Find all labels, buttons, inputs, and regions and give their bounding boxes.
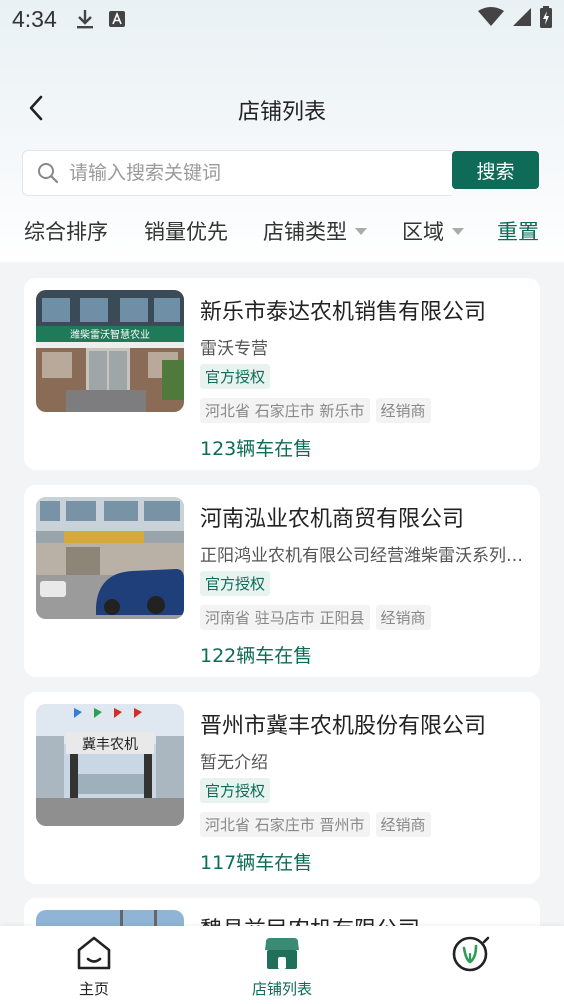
caret-down-icon (355, 227, 367, 235)
shop-image: 潍柴雷沃智慧农业 (36, 290, 184, 412)
search-input[interactable] (69, 162, 429, 184)
authorized-badge: 官方授权 (200, 571, 271, 596)
vehicle-count: 123辆车在售 (200, 438, 313, 460)
profile-icon (452, 936, 490, 972)
location-tag: 河北省 石家庄市 新乐市 (200, 398, 370, 423)
battery-icon (540, 6, 552, 32)
filter-region[interactable]: 区域 (402, 216, 464, 246)
type-tag: 经销商 (375, 605, 431, 630)
shop-name: 新乐市泰达农机销售有限公司 (200, 300, 487, 325)
filter-reset[interactable]: 重置 (497, 216, 539, 246)
status-time: 4:34 (12, 5, 57, 32)
signal-icon (512, 7, 532, 31)
shop-card[interactable]: 河南泓业农机商贸有限公司 正阳鸿业农机有限公司经营潍柴雷沃系列… 官方授权 河南… (24, 485, 540, 677)
shop-tags: 河北省 石家庄市 晋州市 经销商 (200, 812, 431, 837)
nav-shops-label: 店铺列表 (251, 980, 312, 998)
location-tag: 河南省 驻马店市 正阳县 (200, 605, 370, 630)
nav-shops[interactable]: 店铺列表 (232, 934, 332, 1000)
type-tag: 经销商 (375, 398, 431, 423)
shop-description: 正阳鸿业农机有限公司经营潍柴雷沃系列… (200, 546, 523, 566)
home-icon (77, 936, 111, 970)
shop-tags: 河北省 石家庄市 新乐市 经销商 (200, 398, 431, 423)
caret-down-icon (452, 227, 464, 235)
notification-a-icon (107, 9, 127, 29)
nav-home[interactable]: 主页 (44, 934, 144, 1000)
filter-label: 区域 (402, 220, 444, 244)
status-bar: 4:34 (0, 0, 564, 38)
shop-card[interactable]: 潍柴雷沃智慧农业 新乐市泰达农机销售有限公司 雷沃专营 官方授权 河北省 石家庄… (24, 278, 540, 470)
filter-label: 店铺类型 (263, 220, 347, 244)
shop-sign-text: 潍柴雷沃智慧农业 (70, 328, 150, 341)
shop-sign-text: 冀丰农机 (82, 737, 138, 753)
shop-tags: 河南省 驻马店市 正阳县 经销商 (200, 605, 431, 630)
shop-description: 暂无介绍 (200, 753, 268, 773)
authorized-badge: 官方授权 (200, 778, 271, 803)
location-tag: 河北省 石家庄市 晋州市 (200, 812, 370, 837)
filter-bar: 综合排序 销量优先 店铺类型 区域 重置 (0, 212, 564, 250)
filter-sales-first[interactable]: 销量优先 (144, 216, 228, 246)
header: 店铺列表 (0, 84, 564, 132)
search-button[interactable]: 搜索 (452, 151, 539, 189)
search-box[interactable] (22, 150, 452, 196)
filter-sort-overall[interactable]: 综合排序 (24, 216, 108, 246)
filter-label: 销量优先 (144, 220, 228, 244)
bottom-nav: 主页 店铺列表 (0, 926, 564, 1004)
shop-name: 河南泓业农机商贸有限公司 (200, 507, 465, 532)
nav-home-label: 主页 (78, 980, 109, 998)
download-icon (75, 9, 95, 29)
vehicle-count: 122辆车在售 (200, 645, 313, 667)
authorized-badge: 官方授权 (200, 364, 271, 389)
filter-shop-type[interactable]: 店铺类型 (263, 216, 367, 246)
page-title: 店铺列表 (237, 100, 326, 125)
search-bar: 搜索 (22, 150, 540, 196)
shop-icon (265, 938, 299, 969)
shop-image: 冀丰农机 (36, 704, 184, 826)
vehicle-count: 117辆车在售 (200, 852, 313, 874)
nav-profile[interactable] (420, 934, 520, 1000)
shop-description: 雷沃专营 (200, 339, 268, 359)
shop-name: 晋州市冀丰农机股份有限公司 (200, 714, 487, 739)
filter-label: 综合排序 (24, 220, 108, 244)
search-icon (38, 163, 59, 184)
type-tag: 经销商 (375, 812, 431, 837)
filter-label: 重置 (497, 220, 539, 244)
shop-image (36, 497, 184, 619)
wifi-icon (478, 7, 504, 31)
shop-card[interactable]: 冀丰农机 晋州市冀丰农机股份有限公司 暂无介绍 官方授权 河北省 石家庄市 晋州… (24, 692, 540, 884)
